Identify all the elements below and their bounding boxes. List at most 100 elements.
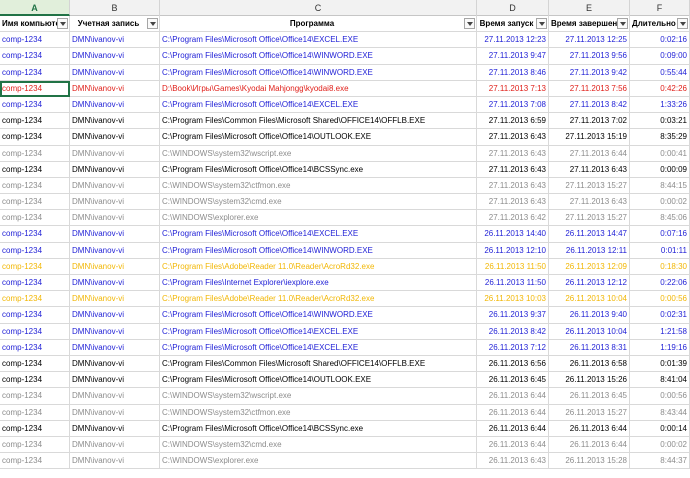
cell-duration[interactable]: 0:07:16 <box>630 226 690 243</box>
cell-duration[interactable]: 0:09:00 <box>630 48 690 65</box>
cell-computer[interactable]: comp-1234 <box>0 420 70 437</box>
cell-duration[interactable]: 1:19:16 <box>630 339 690 356</box>
cell-account[interactable]: DMN\ivanov-vi <box>70 388 160 405</box>
cell-program[interactable]: C:\WINDOWS\system32\wscript.exe <box>160 145 477 162</box>
cell-program[interactable]: C:\WINDOWS\system32\ctfmon.exe <box>160 404 477 421</box>
cell-duration[interactable]: 0:00:09 <box>630 161 690 178</box>
cell-program[interactable]: C:\Program Files\Common Files\Microsoft … <box>160 113 477 130</box>
cell-end-time[interactable]: 26.11.2013 10:04 <box>549 323 630 340</box>
cell-end-time[interactable]: 27.11.2013 8:42 <box>549 96 630 114</box>
cell-program[interactable]: C:\Program Files\Microsoft Office\Office… <box>160 372 477 389</box>
cell-duration[interactable]: 0:02:16 <box>630 32 690 49</box>
cell-computer[interactable]: comp-1234 <box>0 339 70 356</box>
cell-program[interactable]: C:\Program Files\Microsoft Office\Office… <box>160 129 477 146</box>
cell-computer[interactable]: comp-1234 <box>0 242 70 259</box>
cell-program[interactable]: C:\Program Files\Microsoft Office\Office… <box>160 226 477 243</box>
cell-start-time[interactable]: 27.11.2013 12:23 <box>477 32 549 49</box>
cell-end-time[interactable]: 27.11.2013 7:56 <box>549 80 630 97</box>
cell-start-time[interactable]: 26.11.2013 11:50 <box>477 275 549 292</box>
cell-account[interactable]: DMN\ivanov-vi <box>70 453 160 470</box>
cell-computer[interactable]: comp-1234 <box>0 80 70 97</box>
cell-end-time[interactable]: 26.11.2013 15:27 <box>549 404 630 421</box>
cell-program[interactable]: C:\Program Files\Microsoft Office\Office… <box>160 32 477 49</box>
cell-start-time[interactable]: 27.11.2013 8:46 <box>477 64 549 81</box>
column-header-b[interactable]: B <box>70 0 160 16</box>
cell-start-time[interactable]: 26.11.2013 7:12 <box>477 339 549 356</box>
cell-start-time[interactable]: 27.11.2013 6:43 <box>477 177 549 195</box>
cell-end-time[interactable]: 26.11.2013 12:11 <box>549 242 630 259</box>
cell-end-time[interactable]: 27.11.2013 6:44 <box>549 145 630 162</box>
cell-computer[interactable]: comp-1234 <box>0 96 70 114</box>
cell-computer[interactable]: comp-1234 <box>0 372 70 389</box>
cell-duration[interactable]: 0:00:14 <box>630 420 690 437</box>
header-cell-account[interactable]: Учетная запись <box>70 16 160 33</box>
cell-program[interactable]: C:\WINDOWS\explorer.exe <box>160 210 477 227</box>
cell-duration[interactable]: 0:00:41 <box>630 145 690 162</box>
cell-account[interactable]: DMN\ivanov-vi <box>70 145 160 162</box>
cell-duration[interactable]: 0:22:06 <box>630 275 690 292</box>
filter-dropdown-icon[interactable] <box>617 18 628 29</box>
cell-account[interactable]: DMN\ivanov-vi <box>70 355 160 373</box>
cell-computer[interactable]: comp-1234 <box>0 291 70 308</box>
cell-end-time[interactable]: 26.11.2013 6:44 <box>549 420 630 437</box>
cell-account[interactable]: DMN\ivanov-vi <box>70 210 160 227</box>
cell-account[interactable]: DMN\ivanov-vi <box>70 436 160 454</box>
cell-duration[interactable]: 8:35:29 <box>630 129 690 146</box>
cell-start-time[interactable]: 26.11.2013 14:40 <box>477 226 549 243</box>
cell-computer[interactable]: comp-1234 <box>0 323 70 340</box>
cell-program[interactable]: C:\Program Files\Microsoft Office\Office… <box>160 420 477 437</box>
cell-account[interactable]: DMN\ivanov-vi <box>70 372 160 389</box>
header-cell-start-time[interactable]: Время запуск <box>477 16 549 33</box>
cell-start-time[interactable]: 26.11.2013 8:42 <box>477 323 549 340</box>
cell-account[interactable]: DMN\ivanov-vi <box>70 96 160 114</box>
cell-end-time[interactable]: 27.11.2013 6:43 <box>549 194 630 211</box>
cell-account[interactable]: DMN\ivanov-vi <box>70 258 160 275</box>
cell-end-time[interactable]: 26.11.2013 9:40 <box>549 307 630 324</box>
cell-end-time[interactable]: 27.11.2013 9:56 <box>549 48 630 65</box>
cell-start-time[interactable]: 26.11.2013 6:44 <box>477 388 549 405</box>
cell-account[interactable]: DMN\ivanov-vi <box>70 48 160 65</box>
cell-computer[interactable]: comp-1234 <box>0 48 70 65</box>
cell-program[interactable]: C:\Program Files\Common Files\Microsoft … <box>160 355 477 373</box>
column-header-a[interactable]: A <box>0 0 70 16</box>
cell-start-time[interactable]: 26.11.2013 6:45 <box>477 372 549 389</box>
cell-duration[interactable]: 0:01:39 <box>630 355 690 373</box>
cell-end-time[interactable]: 26.11.2013 15:26 <box>549 372 630 389</box>
cell-duration[interactable]: 0:00:02 <box>630 436 690 454</box>
cell-program[interactable]: C:\Program Files\Microsoft Office\Office… <box>160 307 477 324</box>
cell-computer[interactable]: comp-1234 <box>0 194 70 211</box>
cell-computer[interactable]: comp-1234 <box>0 453 70 470</box>
cell-computer[interactable]: comp-1234 <box>0 161 70 178</box>
cell-start-time[interactable]: 27.11.2013 7:08 <box>477 96 549 114</box>
column-header-f[interactable]: F <box>630 0 690 16</box>
cell-end-time[interactable]: 27.11.2013 6:43 <box>549 161 630 178</box>
cell-account[interactable]: DMN\ivanov-vi <box>70 323 160 340</box>
cell-start-time[interactable]: 27.11.2013 6:43 <box>477 161 549 178</box>
cell-duration[interactable]: 8:44:37 <box>630 453 690 470</box>
cell-duration[interactable]: 8:43:44 <box>630 404 690 421</box>
filter-dropdown-icon[interactable] <box>536 18 547 29</box>
cell-end-time[interactable]: 26.11.2013 8:31 <box>549 339 630 356</box>
cell-program[interactable]: C:\Program Files\Microsoft Office\Office… <box>160 242 477 259</box>
cell-duration[interactable]: 8:41:04 <box>630 372 690 389</box>
cell-account[interactable]: DMN\ivanov-vi <box>70 129 160 146</box>
cell-computer[interactable]: comp-1234 <box>0 275 70 292</box>
cell-computer[interactable]: comp-1234 <box>0 436 70 454</box>
cell-program[interactable]: D:\Book\Игры\Games\Kyodai Mahjongg\kyoda… <box>160 80 477 97</box>
cell-duration[interactable]: 0:18:30 <box>630 258 690 275</box>
cell-end-time[interactable]: 27.11.2013 7:02 <box>549 113 630 130</box>
cell-duration[interactable]: 0:42:26 <box>630 80 690 97</box>
cell-duration[interactable]: 1:21:58 <box>630 323 690 340</box>
cell-computer[interactable]: comp-1234 <box>0 388 70 405</box>
filter-dropdown-icon[interactable] <box>147 18 158 29</box>
cell-program[interactable]: C:\WINDOWS\system32\cmd.exe <box>160 194 477 211</box>
cell-start-time[interactable]: 27.11.2013 9:47 <box>477 48 549 65</box>
cell-start-time[interactable]: 26.11.2013 10:03 <box>477 291 549 308</box>
filter-dropdown-icon[interactable] <box>57 18 68 29</box>
cell-program[interactable]: C:\WINDOWS\system32\wscript.exe <box>160 388 477 405</box>
cell-duration[interactable]: 0:00:56 <box>630 291 690 308</box>
filter-dropdown-icon[interactable] <box>464 18 475 29</box>
cell-duration[interactable]: 1:33:26 <box>630 96 690 114</box>
header-cell-computer[interactable]: Имя компьюте <box>0 16 70 33</box>
cell-start-time[interactable]: 26.11.2013 6:43 <box>477 453 549 470</box>
